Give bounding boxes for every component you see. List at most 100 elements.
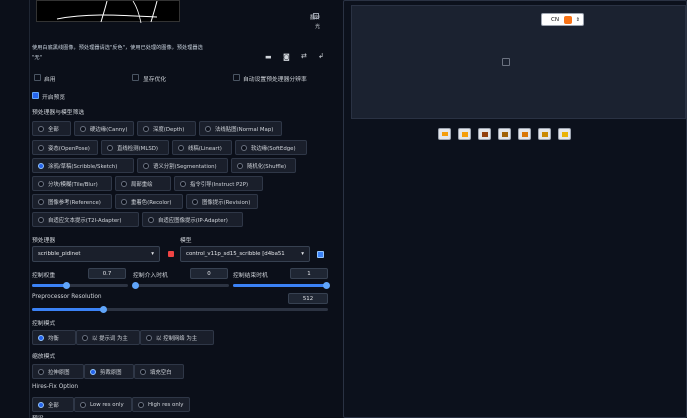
guidance-end-label: 控制结束时机 (233, 273, 268, 279)
radio-indicator (38, 334, 44, 341)
option-label: 剪裁原图 (100, 369, 122, 376)
open-folder-button[interactable] (438, 128, 451, 140)
send-to-img2img-button[interactable] (498, 128, 511, 140)
filter-label: 线稿(Lineart) (188, 145, 222, 152)
filter-reference[interactable]: 图像参考(Reference) (32, 194, 112, 209)
preview-close-icon[interactable] (313, 13, 319, 19)
radio-indicator (38, 401, 44, 408)
resize-mode-fill[interactable]: 填充空白 (134, 364, 184, 379)
resize-mode-crop[interactable]: 剪裁原图 (84, 364, 134, 379)
model-label: 模型 (180, 238, 192, 244)
allow-preview-checkbox[interactable] (32, 92, 39, 99)
radio-indicator (82, 334, 88, 341)
guidance-end-slider[interactable] (233, 282, 331, 289)
control-weight-slider[interactable] (32, 282, 128, 289)
filter-softedge[interactable]: 软边缘(SoftEdge) (235, 140, 307, 155)
resize-mode-title: 缩放模式 (32, 354, 56, 360)
hires-option-high[interactable]: High res only (132, 397, 190, 412)
controlnet-preview-image (36, 0, 180, 24)
resolution-slider[interactable] (32, 306, 328, 313)
radio-indicator (143, 125, 149, 132)
filter-all[interactable]: 全部 (32, 121, 71, 136)
option-label: 填充空白 (150, 369, 172, 376)
filter-label: 法线贴图(Normal Map) (215, 126, 274, 133)
filter-openpose[interactable]: 姿态(OpenPose) (32, 140, 98, 155)
filter-tile-blur[interactable]: 分块/模糊(Tile/Blur) (32, 176, 112, 191)
swap-icon[interactable]: ⇄ (301, 53, 307, 60)
light-button[interactable]: 光 (296, 23, 320, 30)
slider-fill (32, 284, 66, 287)
hint-line-2: "无" (32, 55, 42, 61)
camera-icon[interactable]: ◙ (283, 54, 290, 61)
allow-preview-label: 开启预览 (42, 95, 66, 101)
radio-indicator (241, 144, 247, 151)
control-mode-balanced[interactable]: 均衡 (32, 330, 76, 345)
run-preprocessor-icon[interactable] (168, 251, 174, 257)
send-to-extras-button[interactable] (538, 128, 551, 140)
low-vram-checkbox[interactable] (132, 74, 139, 81)
control-mode-controlnet[interactable]: 以 控制网络 为主 (140, 330, 214, 345)
radio-indicator (38, 144, 44, 151)
resize-mode-stretch[interactable]: 拉伸原图 (32, 364, 84, 379)
pixel-perfect-checkbox[interactable] (233, 74, 240, 81)
radio-indicator (38, 125, 44, 132)
low-vram-label: 显存优化 (143, 77, 167, 83)
slider-thumb[interactable] (323, 282, 331, 289)
send-icon[interactable]: ↲ (318, 53, 324, 60)
filter-normal-map[interactable]: 法线贴图(Normal Map) (199, 121, 282, 136)
radio-indicator (237, 162, 243, 169)
image-placeholder-icon (502, 58, 510, 66)
guidance-start-input[interactable]: 0 (190, 268, 228, 279)
slider-thumb[interactable] (131, 282, 139, 289)
slider-thumb[interactable] (62, 282, 70, 289)
filter-revision[interactable]: 图像提示(Revision) (186, 194, 258, 209)
filter-recolor[interactable]: 重着色(Recolor) (115, 194, 183, 209)
presets-label: 预设 (32, 413, 44, 418)
filter-ip-adapter[interactable]: 自适应图像提示(IP-Adapter) (142, 212, 243, 227)
preprocessor-dropdown[interactable]: scribble_pidinet ▾ (32, 246, 160, 262)
filter-inpaint[interactable]: 局部重绘 (115, 176, 171, 191)
filter-mlsd[interactable]: 直线检测(MLSD) (101, 140, 169, 155)
folder-icon (442, 132, 448, 136)
hires-option-low[interactable]: Low res only (74, 397, 132, 412)
resolution-label: Preprocessor Resolution (32, 294, 102, 300)
zip-button[interactable] (478, 128, 491, 140)
filter-t2i-adapter[interactable]: 自适应文本提示(T2I-Adapter) (32, 212, 139, 227)
enable-checkbox[interactable] (34, 74, 41, 81)
refresh-models-icon[interactable] (317, 251, 324, 258)
filter-depth[interactable]: 深度(Depth) (137, 121, 196, 136)
radio-indicator (38, 198, 44, 205)
zip-icon (482, 132, 488, 137)
filter-canny[interactable]: 硬边缘(Canny) (74, 121, 134, 136)
radio-indicator (121, 180, 127, 187)
preprocessor-value: scribble_pidinet (38, 251, 81, 257)
slider-thumb[interactable] (100, 306, 108, 313)
option-label: Low res only (90, 401, 124, 408)
filter-label: 硬边缘(Canny) (90, 126, 128, 133)
control-mode-prompt[interactable]: 以 提示词 为主 (76, 330, 140, 345)
send-to-inpaint-button[interactable] (518, 128, 531, 140)
filter-shuffle[interactable]: 随机化(Shuffle) (231, 158, 296, 173)
resolution-input[interactable]: 512 (288, 293, 328, 304)
language-value: CN (551, 16, 560, 23)
preprocessor-label: 预处理器 (32, 238, 56, 244)
language-select[interactable]: CN ⇕ (541, 13, 584, 26)
filter-segmentation[interactable]: 语义分割(Segmentation) (137, 158, 228, 173)
model-value: control_v11p_sd15_scribble [d4ba51 (186, 251, 285, 257)
guidance-start-slider[interactable] (131, 282, 229, 289)
filter-label: 涂鸦/草稿(Scribble/Sketch) (48, 163, 118, 170)
filter-instruct-p2p[interactable]: 指令引导(Instruct P2P) (174, 176, 263, 191)
radio-indicator (205, 125, 211, 132)
extra-tool-button[interactable] (558, 128, 571, 140)
new-canvas-icon[interactable]: ▬ (265, 54, 272, 61)
control-weight-input[interactable]: 0.7 (88, 268, 126, 279)
save-button[interactable] (458, 128, 471, 140)
option-label: High res only (148, 401, 184, 408)
filter-scribble[interactable]: 涂鸦/草稿(Scribble/Sketch) (32, 158, 134, 173)
filter-lineart[interactable]: 线稿(Lineart) (172, 140, 232, 155)
guidance-end-input[interactable]: 1 (290, 268, 328, 279)
model-dropdown[interactable]: control_v11p_sd15_scribble [d4ba51 ▾ (180, 246, 310, 262)
hires-option-both[interactable]: 全部 (32, 397, 74, 412)
filter-label: 直线检测(MLSD) (117, 145, 158, 152)
radio-indicator (178, 144, 184, 151)
